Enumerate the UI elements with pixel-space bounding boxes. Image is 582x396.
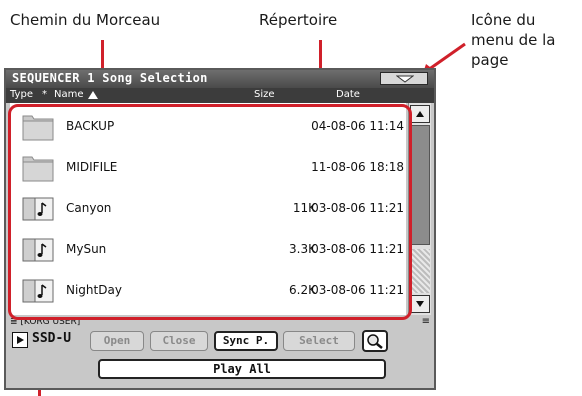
close-button[interactable]: Close: [150, 331, 208, 351]
arrow-up-icon: [416, 111, 424, 117]
song-icon: [22, 197, 54, 221]
file-list: BACKUP 04-08-06 11:14 MIDIFILE 11-08-06 …: [10, 103, 406, 315]
scroll-thumb[interactable]: [410, 125, 430, 245]
file-name: BACKUP: [66, 119, 115, 133]
file-row-nightday[interactable]: NightDay 6.2K 03-08-06 11:21: [10, 271, 406, 311]
file-row-midifile[interactable]: MIDIFILE 11-08-06 18:18: [10, 148, 406, 188]
column-date[interactable]: Date: [336, 89, 360, 100]
file-date: 03-08-06 11:21: [311, 201, 404, 215]
callout-song-path: Chemin du Morceau: [10, 11, 161, 29]
file-date: 11-08-06 18:18: [311, 160, 404, 174]
open-button[interactable]: Open: [90, 331, 144, 351]
magnifier-icon: [367, 334, 383, 349]
search-button[interactable]: [362, 330, 388, 352]
column-name[interactable]: Name: [54, 89, 84, 100]
scrollbar[interactable]: [408, 103, 431, 315]
list-menu-icon: ≡: [421, 316, 430, 327]
scroll-up-button[interactable]: [410, 105, 430, 123]
device-label: SSD-U: [32, 331, 72, 346]
play-all-button[interactable]: Play All: [98, 359, 386, 379]
current-path: ≣ [KORG USER]: [10, 317, 81, 327]
file-row-mysun[interactable]: MySun 3.3K 03-08-06 11:21: [10, 230, 406, 270]
column-star: *: [42, 89, 47, 100]
title-bar: SEQUENCER 1 Song Selection: [6, 70, 434, 88]
sync-button[interactable]: Sync P.: [214, 331, 278, 351]
page-menu-icon: [396, 75, 414, 83]
file-name: Canyon: [66, 201, 112, 215]
path-display: ≣ [KORG USER] ≡: [10, 316, 430, 328]
file-name: MIDIFILE: [66, 160, 118, 174]
page-title: SEQUENCER 1 Song Selection: [12, 71, 208, 85]
select-button[interactable]: Select: [283, 331, 355, 351]
file-date: 04-08-06 11:14: [311, 119, 404, 133]
file-name: MySun: [66, 242, 107, 256]
file-date: 03-08-06 11:21: [311, 242, 404, 256]
column-type[interactable]: Type: [10, 89, 33, 100]
device-selector-button[interactable]: [12, 332, 28, 348]
column-header: Type * Name Size Date: [6, 88, 434, 103]
callout-page-menu-icon: Icône du menu de la page: [471, 11, 556, 69]
file-row-canyon[interactable]: Canyon 11K 03-08-06 11:21: [10, 189, 406, 229]
file-name: NightDay: [66, 283, 122, 297]
column-size[interactable]: Size: [254, 89, 275, 100]
song-icon: [22, 279, 54, 303]
scroll-down-button[interactable]: [410, 295, 430, 313]
song-selection-screen: SEQUENCER 1 Song Selection Type * Name S…: [4, 68, 436, 390]
folder-icon: [22, 156, 54, 182]
sort-ascending-icon: [88, 91, 98, 99]
arrow-down-icon: [416, 301, 424, 307]
scroll-track[interactable]: [410, 249, 430, 293]
file-date: 03-08-06 11:21: [311, 283, 404, 297]
callout-directory: Répertoire: [259, 11, 338, 29]
play-arrow-icon: [17, 336, 24, 344]
song-icon: [22, 238, 54, 262]
page-menu-button[interactable]: [380, 72, 428, 85]
toolbar: SSD-U Open Close Sync P. Select Play All: [6, 330, 434, 388]
folder-icon: [22, 115, 54, 141]
file-row-backup[interactable]: BACKUP 04-08-06 11:14: [10, 107, 406, 147]
